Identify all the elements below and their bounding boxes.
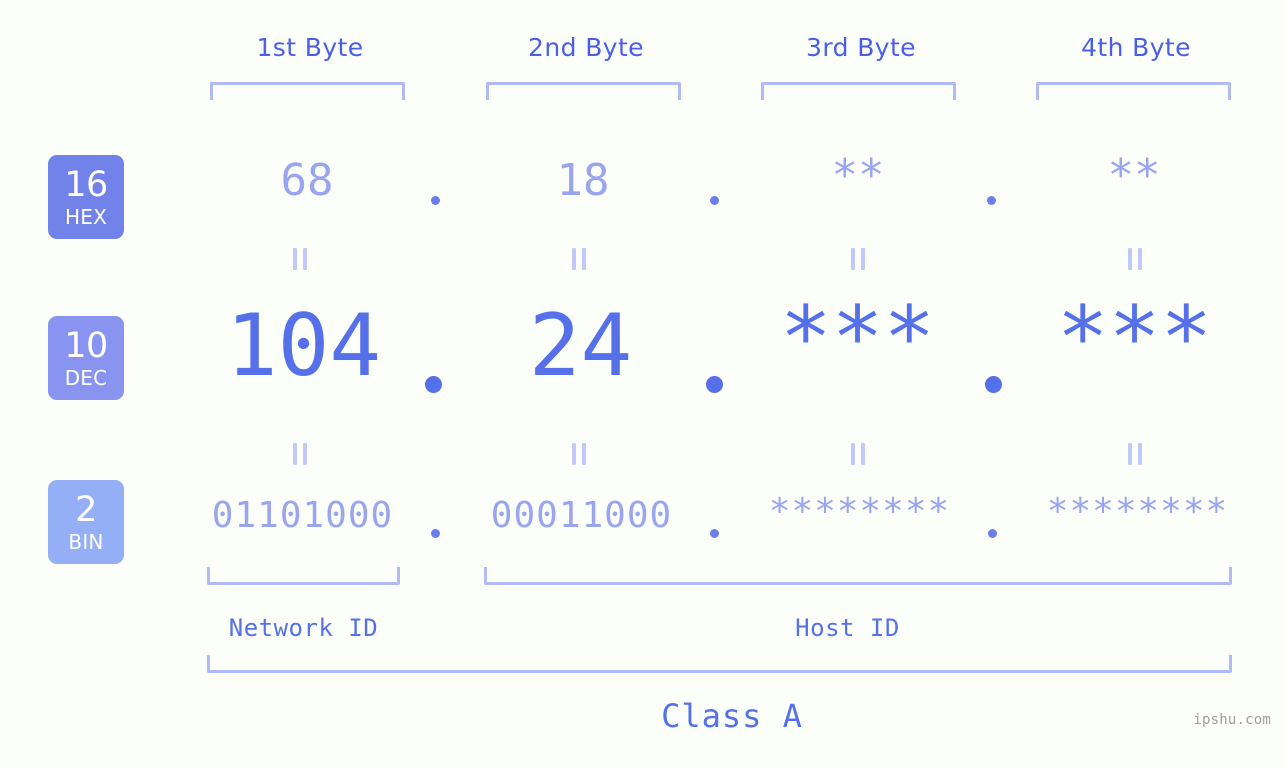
hex-separator-dot-2 [710,196,719,205]
site-watermark: ipshu.com [1193,712,1271,728]
hex-separator-dot-3 [987,196,996,205]
radix-badge-hex: 16 HEX [48,155,124,239]
class-label: Class A [661,697,803,735]
equals-icon-2-1 [293,443,307,465]
bin-byte-3-value: ******** [768,491,951,532]
byte-header-label-2: 2nd Byte [528,33,644,62]
bin-byte-1-value: 01101000 [211,495,394,536]
dec-separator-dot-2 [706,376,723,393]
radix-badge-dec-number: 10 [64,325,108,366]
hex-byte-3-value: ** [831,150,885,201]
radix-badge-dec-name: DEC [64,365,108,390]
radix-badge-hex-name: HEX [65,204,107,229]
equals-icon-2-2 [572,443,586,465]
hex-byte-2-value: 18 [556,155,610,206]
equals-icon-2-4 [1128,443,1142,465]
dec-separator-dot-1 [425,376,442,393]
dec-byte-3-value: *** [779,288,936,388]
byte-bracket-3-icon [761,82,956,100]
equals-icon-1-4 [1128,248,1142,270]
ip-address-breakdown-diagram: 1st Byte 2nd Byte 3rd Byte 4th Byte 16 H… [0,0,1285,767]
equals-icon-1-2 [572,248,586,270]
dec-byte-2-value: 24 [528,296,633,396]
network-id-label: Network ID [228,614,379,642]
radix-badge-bin-name: BIN [68,529,104,554]
radix-badge-hex-number: 16 [64,164,108,205]
host-id-bracket-icon [484,567,1232,585]
hex-byte-1-value: 68 [280,155,334,206]
radix-badge-dec: 10 DEC [48,316,124,400]
bin-byte-2-value: 00011000 [490,495,673,536]
host-id-label: Host ID [795,614,900,642]
equals-icon-1-1 [293,248,307,270]
byte-bracket-4-icon [1036,82,1231,100]
radix-badge-bin-number: 2 [75,489,97,530]
dec-byte-1-value: 104 [225,296,382,396]
radix-badge-bin: 2 BIN [48,480,124,564]
bin-separator-dot-3 [988,529,997,538]
hex-separator-dot-1 [431,196,440,205]
bin-separator-dot-2 [710,529,719,538]
class-bracket-icon [207,655,1232,673]
hex-byte-4-value: ** [1107,150,1161,201]
dec-byte-4-value: *** [1056,288,1213,388]
byte-header-label-3: 3rd Byte [806,33,916,62]
byte-bracket-2-icon [486,82,681,100]
equals-icon-1-3 [851,248,865,270]
byte-bracket-1-icon [210,82,405,100]
byte-header-label-4: 4th Byte [1081,33,1191,62]
bin-byte-4-value: ******** [1046,491,1229,532]
network-id-bracket-icon [207,567,400,585]
bin-separator-dot-1 [431,529,440,538]
equals-icon-2-3 [851,443,865,465]
dec-separator-dot-3 [985,376,1002,393]
byte-header-label-1: 1st Byte [256,33,364,62]
